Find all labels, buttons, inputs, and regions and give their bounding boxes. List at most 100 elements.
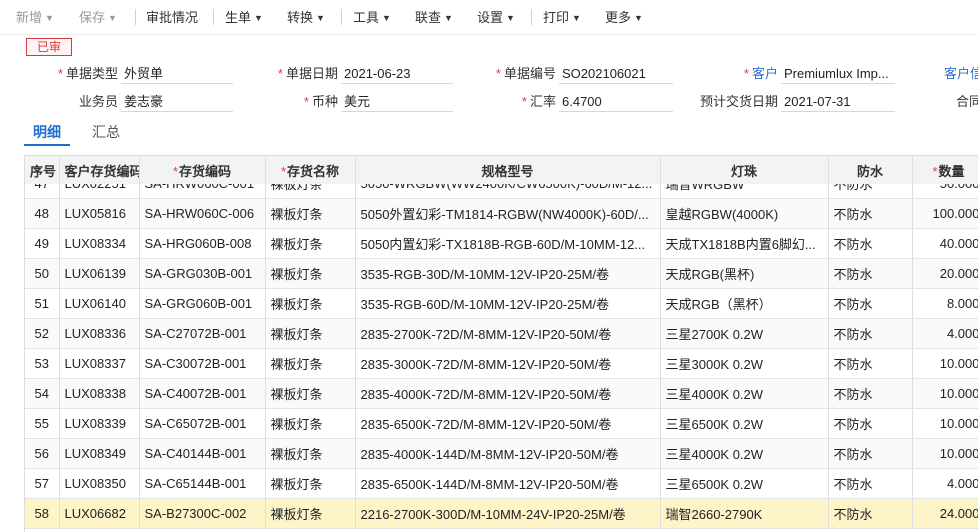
cell-item-name[interactable]: 裸板灯条 [265, 258, 356, 289]
cell-seq[interactable]: 49 [25, 228, 60, 259]
cell-item-code[interactable]: SA-GRG060B-001 [139, 288, 266, 319]
table-body-viewport[interactable]: 47LUX02251SA-HRW060C-001裸板灯条5050-WRGBW(W… [25, 184, 978, 532]
cell-cust-code[interactable]: LUX02251 [59, 184, 140, 199]
cell-item-code[interactable]: SA-GRG030B-001 [139, 258, 266, 289]
cell-qty[interactable]: 8.000 [912, 288, 978, 319]
column-header-lamp[interactable]: 灯珠 [660, 155, 829, 185]
cell-lamp[interactable]: 三星4000K 0.2W [660, 438, 829, 469]
cell-lamp[interactable]: 三星2700K 0.2W [660, 318, 829, 349]
cell-cust-code[interactable]: LUX06139 [59, 258, 140, 289]
column-header-seq[interactable]: 序号 [25, 155, 60, 185]
column-header-spec[interactable]: 规格型号 [355, 155, 661, 185]
cell-qty[interactable]: 4.000 [912, 318, 978, 349]
cell-lamp[interactable]: 瑞普WRGBW [660, 184, 829, 199]
column-header-cust-code[interactable]: 客户存货编码 [59, 155, 140, 185]
cell-spec[interactable]: 2835-2700K-72D/M-8MM-12V-IP20-50M/卷 [355, 318, 661, 349]
cell-seq[interactable]: 57 [25, 468, 60, 499]
cell-item-name[interactable]: 裸板灯条 [265, 228, 356, 259]
cell-item-name[interactable]: 裸板灯条 [265, 288, 356, 319]
settings-button[interactable]: 设置 ▼ [477, 9, 515, 27]
cell-cust-code[interactable]: LUX05816 [59, 198, 140, 229]
cell-item-name[interactable]: 裸板灯条 [265, 438, 356, 469]
cell-qty[interactable]: 10.000 [912, 378, 978, 409]
cell-spec[interactable]: 2216-2700K-300D/M-10MM-24V-IP20-25M/卷 [355, 498, 661, 529]
cell-cust-code[interactable]: LUX08334 [59, 228, 140, 259]
column-header-waterproof[interactable]: 防水 [828, 155, 913, 185]
cell-item-code[interactable]: SA-C30072B-001 [139, 348, 266, 379]
cell-item-code[interactable]: SA-C27072B-001 [139, 318, 266, 349]
cell-seq[interactable]: 51 [25, 288, 60, 319]
cell-qty[interactable]: 50.000 [912, 184, 978, 199]
cell-item-name[interactable]: 裸板灯条 [265, 378, 356, 409]
cell-qty[interactable]: 10.000 [912, 408, 978, 439]
cell-item-name[interactable]: 裸板灯条 [265, 468, 356, 499]
table-row[interactable]: 50 LUX06139 SA-GRG030B-001 裸板灯条 3535-RGB-30D… [25, 258, 978, 289]
cell-lamp[interactable]: 三星6500K 0.2W [660, 408, 829, 439]
print-button[interactable]: 打印 ▼ [543, 9, 581, 27]
doc-no-field[interactable]: SO202106021 [559, 64, 673, 84]
cell-item-code[interactable]: SA-B27300C-002 [139, 498, 266, 529]
tools-button[interactable]: 工具 ▼ [353, 9, 391, 27]
cell-item-code[interactable]: SA-C65144B-001 [139, 468, 266, 499]
cell-waterproof[interactable]: 不防水 [828, 184, 913, 199]
cell-cust-code[interactable]: LUX08349 [59, 438, 140, 469]
save-button[interactable]: 保存 ▼ [79, 9, 117, 27]
cell-item-name[interactable]: 裸板灯条 [265, 318, 356, 349]
cell-spec[interactable]: 2835-4000K-144D/M-8MM-12V-IP20-50M/卷 [355, 438, 661, 469]
cell-cust-code[interactable]: LUX06682 [59, 498, 140, 529]
customer-label[interactable]: * 客户 [720, 64, 778, 84]
cell-waterproof[interactable]: 不防水 [828, 438, 913, 469]
cell-seq[interactable]: 48 [25, 198, 60, 229]
cell-waterproof[interactable]: 不防水 [828, 258, 913, 289]
tab-summary[interactable]: 汇总 [92, 122, 120, 144]
more-button[interactable]: 更多 ▼ [605, 9, 643, 27]
generate-order-button[interactable]: 生单 ▼ [225, 9, 263, 27]
cell-waterproof[interactable]: 不防水 [828, 348, 913, 379]
cell-spec[interactable]: 5050外置幻彩-TM1814-RGBW(NW4000K)-60D/... [355, 198, 661, 229]
cell-item-name[interactable]: 裸板灯条 [265, 498, 356, 529]
cell-waterproof[interactable]: 不防水 [828, 288, 913, 319]
cell-qty[interactable]: 10.000 [912, 348, 978, 379]
table-row[interactable]: 58 LUX06682 SA-B27300C-002 裸板灯条 2216-2700K-3… [25, 498, 978, 529]
query-button[interactable]: 联查 ▼ [415, 9, 453, 27]
cell-item-code[interactable]: SA-C40072B-001 [139, 378, 266, 409]
delivery-date-field[interactable]: 2021-07-31 [781, 92, 895, 112]
cell-lamp[interactable]: 天成RGB(黑杯) [660, 258, 829, 289]
cell-qty[interactable]: 20.000 [912, 258, 978, 289]
cell-waterproof[interactable]: 不防水 [828, 228, 913, 259]
cell-spec[interactable]: 2835-4000K-72D/M-8MM-12V-IP20-50M/卷 [355, 378, 661, 409]
cell-spec[interactable]: 2835-6500K-72D/M-8MM-12V-IP20-50M/卷 [355, 408, 661, 439]
cell-cust-code[interactable]: LUX08338 [59, 378, 140, 409]
column-header-item-code[interactable]: *存货编码 [139, 155, 266, 185]
cell-spec[interactable]: 2835-6500K-144D/M-8MM-12V-IP20-50M/卷 [355, 468, 661, 499]
cell-cust-code[interactable]: LUX08350 [59, 468, 140, 499]
table-row[interactable]: 57 LUX08350 SA-C65144B-001 裸板灯条 2835-6500K-1… [25, 468, 978, 499]
tab-detail[interactable]: 明细 [33, 122, 61, 144]
cell-lamp[interactable]: 天成RGB（黑杯） [660, 288, 829, 319]
cell-spec[interactable]: 5050-WRGBW(WW2400K/CW6500K)-60D/M-12... [355, 184, 661, 199]
cell-lamp[interactable]: 天成TX1818B内置6脚幻... [660, 228, 829, 259]
cell-item-name[interactable]: 裸板灯条 [265, 198, 356, 229]
table-row[interactable]: 53 LUX08337 SA-C30072B-001 裸板灯条 2835-3000K-7… [25, 348, 978, 379]
cell-item-name[interactable]: 裸板灯条 [265, 184, 356, 199]
convert-button[interactable]: 转换 ▼ [287, 9, 325, 27]
cell-cust-code[interactable]: LUX06140 [59, 288, 140, 319]
cell-seq[interactable]: 58 [25, 498, 60, 529]
cell-cust-code[interactable]: LUX08337 [59, 348, 140, 379]
cell-spec[interactable]: 2835-3000K-72D/M-8MM-12V-IP20-50M/卷 [355, 348, 661, 379]
cell-seq[interactable]: 56 [25, 438, 60, 469]
customer-info-link[interactable]: 客户信 [944, 64, 978, 84]
cell-qty[interactable]: 4.000 [912, 468, 978, 499]
salesman-field[interactable]: 姜志豪 [121, 92, 233, 112]
cell-lamp[interactable]: 三星6500K 0.2W [660, 468, 829, 499]
cell-waterproof[interactable]: 不防水 [828, 198, 913, 229]
customer-field[interactable]: Premiumlux Imp... [781, 64, 895, 84]
cell-seq[interactable]: 50 [25, 258, 60, 289]
cell-lamp[interactable]: 皇越RGBW(4000K) [660, 198, 829, 229]
cell-seq[interactable]: 55 [25, 408, 60, 439]
cell-qty[interactable]: 40.000 [912, 228, 978, 259]
column-header-item-name[interactable]: *存货名称 [265, 155, 356, 185]
cell-item-code[interactable]: SA-HRW060C-001 [139, 184, 266, 199]
doc-type-field[interactable]: 外贸单 [121, 64, 233, 84]
table-row[interactable]: 48 LUX05816 SA-HRW060C-006 裸板灯条 5050外置幻彩-TM1… [25, 198, 978, 229]
